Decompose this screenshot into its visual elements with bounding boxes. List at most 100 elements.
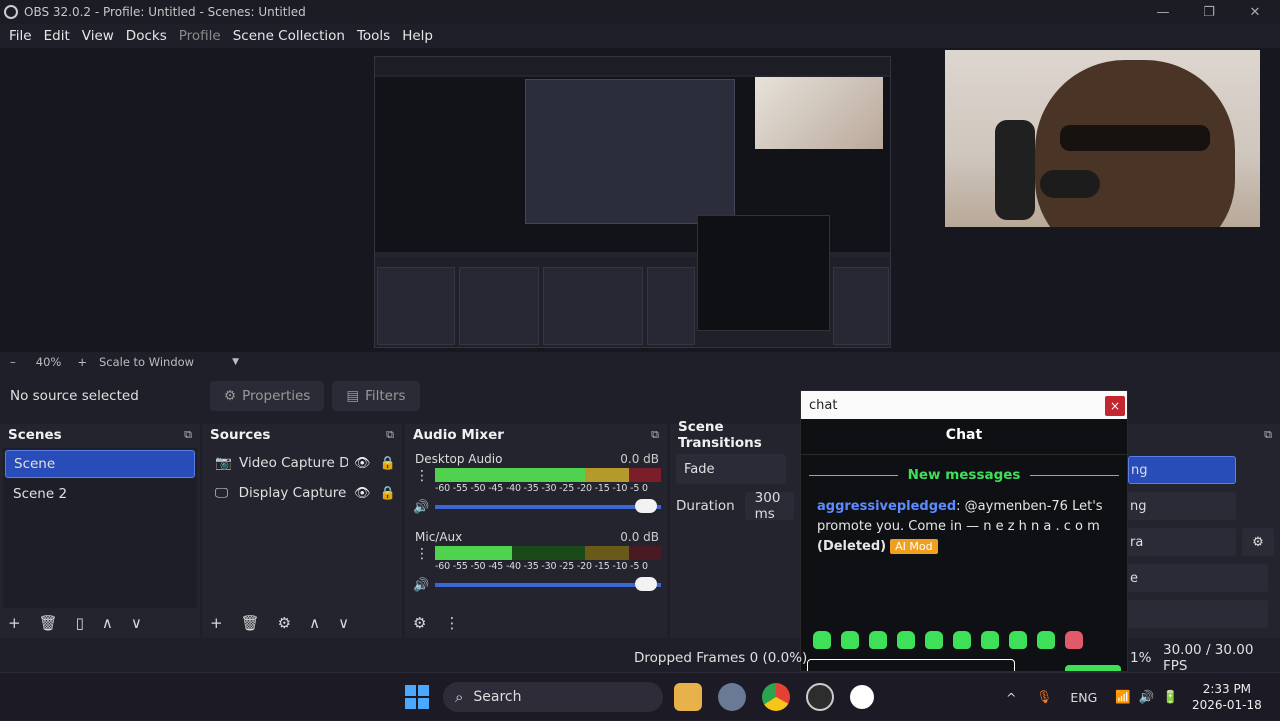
source-item-video-capture[interactable]: 📷 Video Capture De 👁 🔒 <box>205 448 399 478</box>
lock-icon[interactable]: 🔒 <box>380 456 399 471</box>
volume-slider[interactable] <box>435 505 661 509</box>
scene-transitions-dock: Scene Transitions Fade Duration 300 ms <box>670 419 800 638</box>
language-indicator[interactable]: ENG <box>1070 690 1097 705</box>
studio-mode-button[interactable]: e <box>1128 564 1268 592</box>
window-title: OBS 32.0.2 - Profile: Untitled - Scenes:… <box>24 5 306 19</box>
menu-profile[interactable]: Profile <box>174 28 226 44</box>
menu-docks[interactable]: Docks <box>121 28 172 44</box>
move-scene-down-button[interactable]: ∨ <box>131 614 142 632</box>
headset-shape <box>995 120 1035 220</box>
filters-button[interactable]: ▤ Filters <box>332 381 420 411</box>
scale-mode-select[interactable]: Scale to Window <box>99 355 194 369</box>
close-button[interactable]: ✕ <box>1232 0 1278 24</box>
microphone-icon[interactable]: 🎙 <box>1036 689 1052 705</box>
chat-username[interactable]: aggressivepledged <box>817 499 956 514</box>
mixer-menu-button[interactable]: ⋮ <box>444 614 459 632</box>
fps-counter: 30.00 / 30.00 FPS <box>1163 642 1254 674</box>
volume-icon[interactable]: 🔊 <box>1139 689 1155 705</box>
no-source-label: No source selected <box>10 388 139 404</box>
sources-title: Sources <box>210 427 271 443</box>
windows-start-icon[interactable] <box>405 685 429 709</box>
settings-app-icon[interactable] <box>718 683 746 711</box>
obs-secondary-icon[interactable] <box>850 685 874 709</box>
move-source-up-button[interactable]: ∧ <box>309 614 320 632</box>
meter-scale: -60 -55 -50 -45 -40 -35 -30 -25 -20 -15 … <box>435 561 648 572</box>
add-source-button[interactable]: + <box>210 614 223 632</box>
chat-title-bar: chat × <box>801 391 1127 419</box>
zoom-in-button[interactable]: + <box>77 355 87 369</box>
lock-icon[interactable]: 🔒 <box>379 486 399 501</box>
speaker-icon[interactable]: 🔊 <box>413 578 429 593</box>
source-label: Video Capture De <box>239 455 349 471</box>
maximize-button[interactable]: ❐ <box>1186 0 1232 24</box>
volume-slider[interactable] <box>435 583 661 587</box>
mixer-channels: Desktop Audio 0.0 dB ⋮ -60 -55 -50 -45 -… <box>405 448 667 604</box>
start-streaming-button[interactable]: ng <box>1128 456 1236 484</box>
battery-icon[interactable]: 🔋 <box>1162 689 1178 705</box>
kebab-menu-icon[interactable]: ⋮ <box>415 546 429 562</box>
properties-label: Properties <box>242 388 311 404</box>
source-properties-button[interactable]: ⚙ <box>278 614 291 632</box>
meter-fill-red <box>629 468 661 482</box>
remove-scene-button[interactable]: 🗑 <box>39 614 58 632</box>
volume-slider-thumb[interactable] <box>635 499 657 513</box>
transition-type-select[interactable]: Fade <box>676 454 786 484</box>
scene-item-scene-2[interactable]: Scene 2 <box>5 480 195 508</box>
float-dock-icon[interactable]: ⧉ <box>651 428 659 442</box>
float-dock-icon[interactable]: ⧉ <box>386 428 394 442</box>
mixer-settings-button[interactable]: ⚙ <box>413 614 426 632</box>
taskbar-clock[interactable]: 2:33 PM 2026-01-18 <box>1192 681 1262 713</box>
start-recording-button[interactable]: ng <box>1128 492 1236 520</box>
speaker-icon[interactable]: 🔊 <box>413 500 429 515</box>
menu-bar: File Edit View Docks Profile Scene Colle… <box>0 24 1280 48</box>
menu-scene-collection[interactable]: Scene Collection <box>228 28 350 44</box>
eye-icon[interactable]: 👁 <box>354 456 373 471</box>
minimize-button[interactable]: — <box>1140 0 1186 24</box>
source-item-display-capture[interactable]: 🖵 Display Capture 👁 🔒 <box>205 478 399 508</box>
close-icon[interactable]: × <box>1105 396 1125 416</box>
zoom-level: 40% <box>35 355 62 369</box>
add-scene-button[interactable]: + <box>8 614 21 632</box>
zoom-out-button[interactable]: – <box>10 355 16 369</box>
float-dock-icon[interactable]: ⧉ <box>184 428 192 442</box>
move-scene-up-button[interactable]: ∧ <box>102 614 113 632</box>
virtual-camera-button[interactable]: ra <box>1128 528 1236 556</box>
tray-chevron-icon[interactable]: ^ <box>1006 690 1016 705</box>
nested-transitions-panel <box>647 267 695 345</box>
transitions-body: Fade Duration 300 ms <box>670 448 800 522</box>
mixer-header: Audio Mixer ⧉ <box>405 424 667 446</box>
menu-tools[interactable]: Tools <box>352 28 395 44</box>
transitions-title: Scene Transitions <box>678 419 762 451</box>
new-messages-divider: New messages <box>809 467 1120 483</box>
kebab-menu-icon[interactable]: ⋮ <box>415 468 429 484</box>
controls-dock: ⧉ ng ng ra ⚙ e <box>1128 424 1280 638</box>
wifi-icon[interactable]: 📶 <box>1115 689 1131 705</box>
obs-taskbar-icon[interactable] <box>806 683 834 711</box>
properties-button[interactable]: ⚙ Properties <box>210 381 325 411</box>
menu-help[interactable]: Help <box>397 28 438 44</box>
menu-view[interactable]: View <box>77 28 119 44</box>
status-bar: Dropped Frames 0 (0.0%) 1% 30.00 / 30.00… <box>0 642 1280 674</box>
chrome-icon[interactable] <box>762 683 790 711</box>
duration-input[interactable]: 300 ms <box>744 490 794 522</box>
gear-icon[interactable]: ⚙ <box>1242 528 1274 556</box>
filter-icon: ▤ <box>346 388 360 404</box>
channel-db: 0.0 dB <box>620 452 659 466</box>
taskbar-search[interactable]: ⌕ Search <box>443 682 663 712</box>
mixer-title: Audio Mixer <box>413 427 504 443</box>
chevron-down-icon[interactable]: ▼ <box>232 357 239 367</box>
move-source-down-button[interactable]: ∨ <box>338 614 349 632</box>
volume-meter <box>435 468 661 482</box>
scene-item-scene[interactable]: Scene <box>5 450 195 478</box>
file-explorer-icon[interactable] <box>674 683 702 711</box>
nested-recursive-capture <box>525 79 735 224</box>
volume-slider-thumb[interactable] <box>635 577 657 591</box>
settings-button[interactable] <box>1128 600 1268 628</box>
cpu-usage: 1% <box>1130 650 1152 666</box>
scene-filters-button[interactable]: ▯ <box>76 614 84 632</box>
menu-file[interactable]: File <box>4 28 37 44</box>
float-dock-icon[interactable]: ⧉ <box>1264 428 1272 442</box>
menu-edit[interactable]: Edit <box>39 28 75 44</box>
eye-icon[interactable]: 👁 <box>354 486 374 501</box>
remove-source-button[interactable]: 🗑 <box>241 614 260 632</box>
